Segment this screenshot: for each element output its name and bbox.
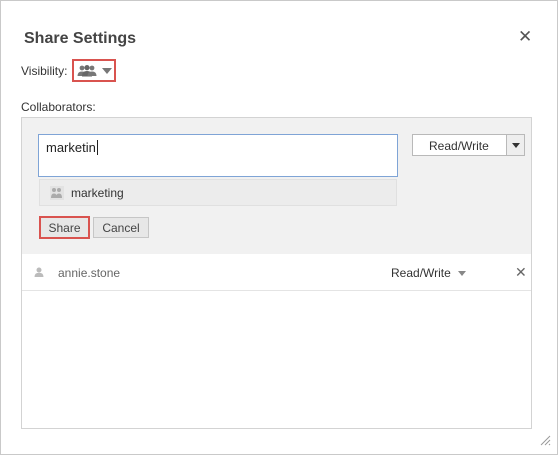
collaborator-role-dropdown[interactable]: Read/Write <box>391 266 451 280</box>
chevron-down-icon <box>511 142 520 148</box>
visibility-dropdown-button[interactable] <box>72 59 116 82</box>
suggestion-label: marketing <box>71 186 124 200</box>
remove-collaborator-button[interactable]: ✕ <box>515 264 527 281</box>
permission-dropdown-arrow[interactable] <box>506 135 524 155</box>
add-collaborator-area: marketin Read/Write marketing Share Canc… <box>22 118 531 254</box>
resize-grip-icon[interactable] <box>539 434 551 446</box>
collaborator-row: annie.stone Read/Write ✕ <box>22 255 531 291</box>
collaborator-search-input[interactable]: marketin <box>38 134 398 177</box>
collaborator-name: annie.stone <box>58 266 121 280</box>
group-icon <box>50 186 64 200</box>
suggestion-item[interactable]: marketing <box>39 179 397 206</box>
chevron-down-icon <box>101 67 112 74</box>
user-icon <box>34 267 44 277</box>
dialog-title: Share Settings <box>24 30 137 47</box>
close-button[interactable]: ✕ <box>518 28 532 46</box>
collaborators-label: Collaborators: <box>21 100 96 114</box>
collaborator-input-value: marketin <box>46 140 98 155</box>
cancel-button[interactable]: Cancel <box>93 217 149 238</box>
visibility-label: Visibility: <box>21 64 68 78</box>
chevron-down-icon[interactable] <box>458 271 466 276</box>
share-button[interactable]: Share <box>39 216 90 239</box>
permission-select[interactable]: Read/Write <box>412 134 525 156</box>
permission-select-value: Read/Write <box>429 139 489 153</box>
share-settings-dialog: Share Settings ✕ Visibility: Collaborato… <box>0 0 558 455</box>
people-icon <box>77 64 96 76</box>
collaborators-panel: marketin Read/Write marketing Share Canc… <box>21 117 532 429</box>
